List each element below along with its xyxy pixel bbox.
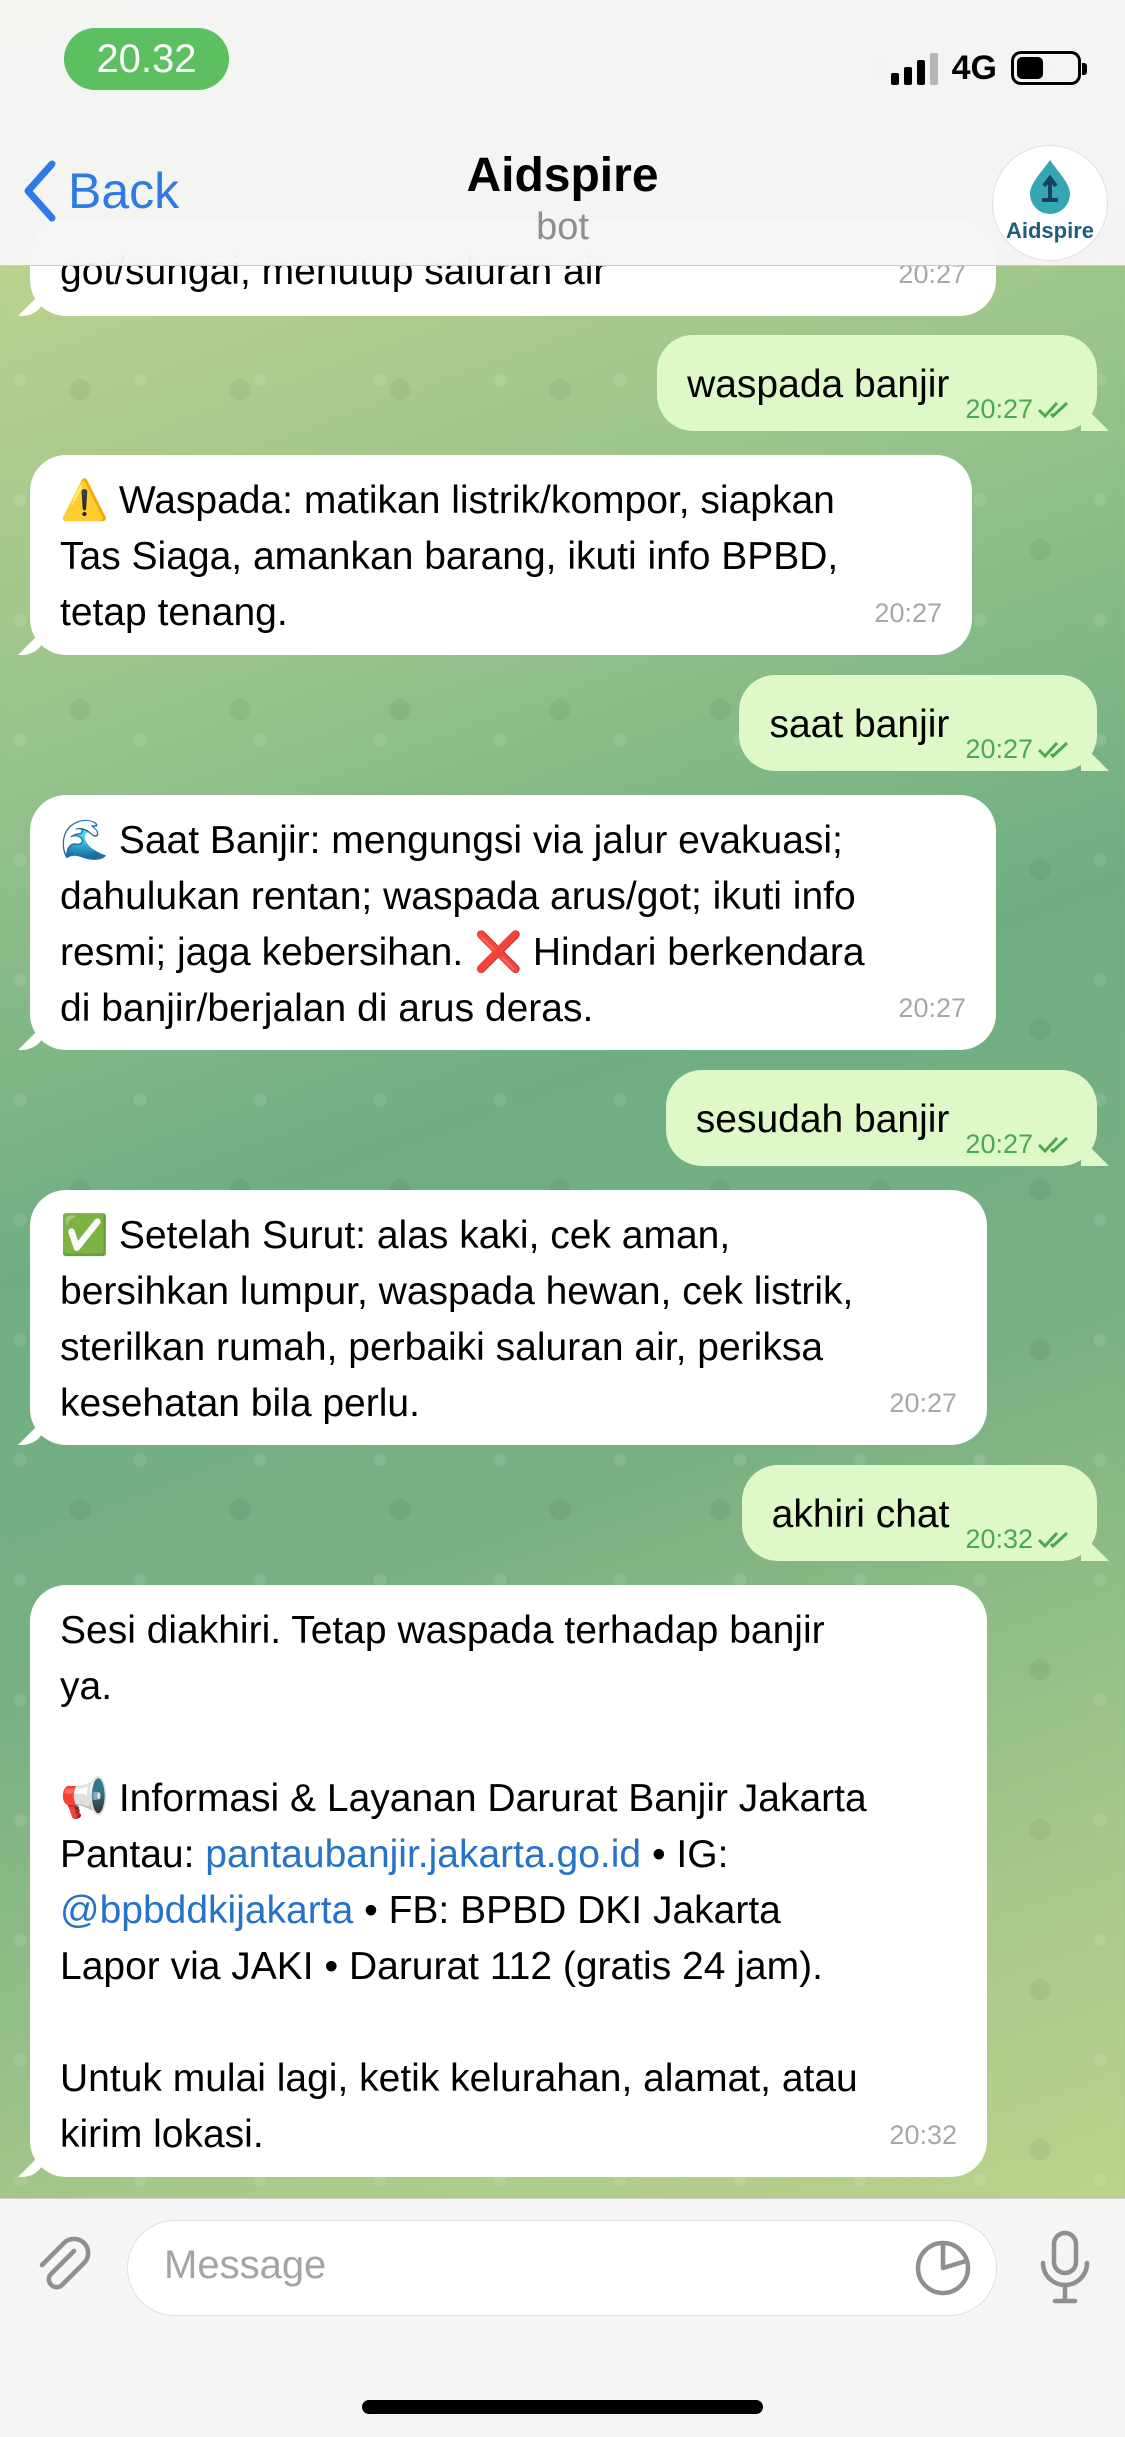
message-time: 20:27 [965,381,1073,437]
message-input[interactable]: Message [128,2221,996,2315]
message-bubble-incoming[interactable]: ⚠️ Waspada: matikan listrik/kompor, siap… [30,455,972,655]
message-text: resmi; jaga kebersihan. [60,931,464,974]
message-text: kirim lokasi. [60,2113,264,2156]
message-time: 20:27 [965,1116,1073,1172]
message-time: 20:32 [965,1511,1073,1567]
megaphone-icon: 📢 [60,1777,109,1820]
message-text: bersihkan lumpur, waspada hewan, cek lis… [60,1270,854,1313]
message-time: 20:27 [965,721,1073,777]
instagram-link[interactable]: @bpbddkijakarta [60,1889,353,1932]
check-mark-icon: ✅ [60,1214,109,1257]
chat-header: 20.32 4G Back Aidspire bot Aidspire [0,0,1125,266]
chat-subtitle: bot [536,206,589,248]
message-bubble-incoming[interactable]: ✅ Setelah Surut: alas kaki, cek aman, be… [30,1190,987,1445]
message-text: Pantau: [60,1833,206,1876]
chat-title[interactable]: Aidspire [0,148,1125,203]
message-text: • FB: BPBD DKI Jakarta [353,1889,781,1932]
cross-mark-icon: ❌ [474,931,523,974]
message-text: Tas Siaga, amankan barang, ikuti info BP… [60,535,839,578]
message-text: Hindari berkendara [532,931,865,974]
message-time: 20:27 [874,598,942,628]
message-bubble-outgoing[interactable]: akhiri chat 20:32 [741,1465,1097,1561]
message-text: Lapor via JAKI • Darurat 112 (gratis 24 … [60,1945,823,1988]
message-bubble-outgoing[interactable]: waspada banjir 20:27 [657,335,1097,431]
message-time: 20:27 [889,1388,957,1418]
double-check-icon [1037,1136,1069,1154]
avatar-label: Aidspire [1005,218,1095,243]
message-placeholder: Message [164,2243,327,2287]
double-check-icon [1037,401,1069,419]
message-text: tetap tenang. [60,591,288,634]
message-bubble-outgoing[interactable]: sesudah banjir 20:27 [665,1070,1097,1166]
message-text: di banjir/berjalan di arus deras. [60,987,594,1030]
message-text: dahulukan rentan; waspada arus/got; ikut… [60,875,856,918]
message-bubble-outgoing[interactable]: saat banjir 20:27 [739,675,1097,771]
message-text: sesudah banjir [695,1098,950,1141]
double-check-icon [1037,1531,1069,1549]
message-bubble-incoming[interactable]: 🌊 Saat Banjir: mengungsi via jalur evaku… [30,795,996,1050]
status-time: 20.32 [64,28,229,90]
message-time: 20:27 [898,993,966,1023]
message-text: waspada banjir [687,363,950,406]
attachment-icon[interactable] [30,2235,96,2301]
warning-icon: ⚠️ [60,479,109,522]
aidspire-logo-icon [1030,160,1070,214]
message-text: • IG: [641,1833,729,1876]
message-text: akhiri chat [771,1493,950,1536]
message-text: kesehatan bila perlu. [60,1382,420,1425]
website-link[interactable]: pantaubanjir.jakarta.go.id [205,1833,641,1876]
message-text: saat banjir [769,703,950,746]
network-type: 4G [951,48,997,87]
home-indicator [362,2400,763,2414]
battery-icon [1011,51,1087,85]
signal-icon [890,51,938,85]
status-indicators: 4G [890,46,1087,90]
message-text: Untuk mulai lagi, ketik kelurahan, alama… [60,2057,858,2100]
message-text: Sesi diakhiri. Tetap waspada terhadap ba… [60,1609,825,1652]
double-check-icon [1037,741,1069,759]
message-text: Waspada: matikan listrik/kompor, siapkan [118,479,835,522]
message-text: Saat Banjir: mengungsi via jalur evakuas… [118,819,843,862]
microphone-icon[interactable] [1035,2229,1095,2309]
message-text: sterilkan rumah, perbaiki saluran air, p… [60,1326,824,1369]
sticker-icon[interactable] [912,2237,974,2299]
message-text: ya. [60,1665,113,1708]
message-text: Informasi & Layanan Darurat Banjir Jakar… [118,1777,867,1820]
wave-icon: 🌊 [60,819,109,862]
message-time: 20:32 [889,2120,957,2150]
message-text: Setelah Surut: alas kaki, cek aman, [118,1214,731,1257]
message-bubble-incoming[interactable]: Sesi diakhiri. Tetap waspada terhadap ba… [30,1585,987,2177]
bot-avatar[interactable]: Aidspire [993,146,1107,260]
